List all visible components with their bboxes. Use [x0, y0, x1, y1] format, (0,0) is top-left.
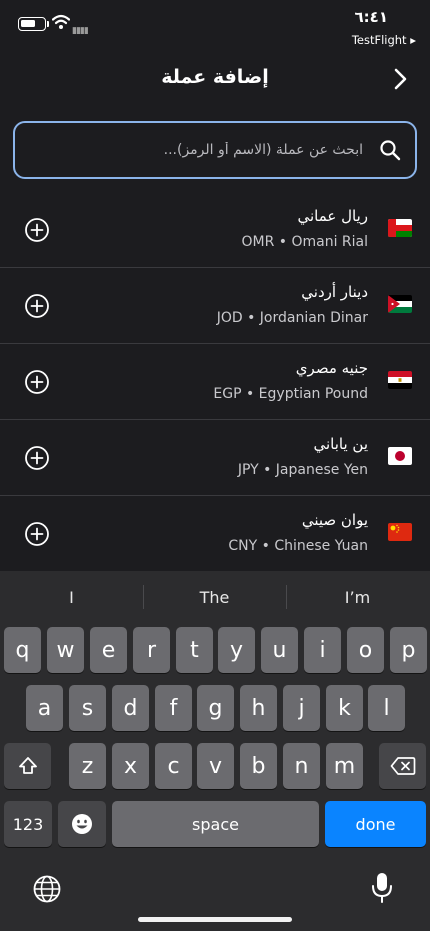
key-s[interactable]: s: [69, 685, 106, 731]
key-g[interactable]: g: [197, 685, 234, 731]
shift-icon: [18, 757, 37, 774]
key-x[interactable]: x: [112, 743, 149, 789]
key-b[interactable]: b: [240, 743, 277, 789]
key-p[interactable]: p: [390, 627, 427, 673]
status-bar: ▮▮▮▮ ٦:٤١ TestFlight ▸: [0, 0, 430, 56]
key-j[interactable]: j: [283, 685, 320, 731]
currency-row-omr[interactable]: ريال عماني OMR • Omani Rial: [0, 192, 430, 268]
suggestion-1[interactable]: I: [0, 571, 143, 623]
search-input[interactable]: [43, 137, 363, 163]
key-l[interactable]: l: [368, 685, 405, 731]
currency-list: ريال عماني OMR • Omani Rial دينار أردني …: [0, 192, 430, 572]
currency-row-egp[interactable]: جنيه مصري EGP • Egyptian Pound: [0, 344, 430, 420]
shift-key[interactable]: [4, 743, 51, 789]
jordan-flag-icon: [388, 295, 412, 313]
key-z[interactable]: z: [69, 743, 106, 789]
emoji-key[interactable]: [58, 801, 106, 847]
key-q[interactable]: q: [4, 627, 41, 673]
currency-name: ريال عماني: [297, 207, 368, 225]
currency-name: ين ياباني: [313, 435, 368, 453]
key-d[interactable]: d: [112, 685, 149, 731]
china-flag-icon: [388, 523, 412, 541]
key-f[interactable]: f: [155, 685, 192, 731]
battery-icon: [18, 17, 46, 31]
currency-code-name: JPY • Japanese Yen: [237, 462, 368, 478]
key-k[interactable]: k: [326, 685, 363, 731]
signal-icon: ▮▮▮▮: [72, 26, 89, 36]
key-n[interactable]: n: [283, 743, 320, 789]
plus-circle-icon[interactable]: [24, 445, 50, 471]
suggestion-3[interactable]: I’m: [286, 571, 429, 623]
currency-row-jod[interactable]: دينار أردني JOD • Jordanian Dinar: [0, 268, 430, 344]
search-icon: [380, 140, 401, 161]
currency-name: دينار أردني: [301, 283, 368, 301]
backspace-key[interactable]: [379, 743, 426, 789]
space-key[interactable]: space: [112, 801, 319, 847]
numbers-key[interactable]: 123: [4, 801, 52, 847]
mic-icon[interactable]: [371, 871, 393, 905]
page-title: إضافة عملة: [161, 66, 269, 88]
suggestion-2[interactable]: The: [143, 571, 286, 623]
key-c[interactable]: c: [155, 743, 192, 789]
key-a[interactable]: a: [26, 685, 63, 731]
done-key[interactable]: done: [325, 801, 426, 847]
emoji-icon: [72, 814, 92, 834]
egypt-flag-icon: [388, 371, 412, 389]
key-h[interactable]: h: [240, 685, 277, 731]
plus-circle-icon[interactable]: [24, 293, 50, 319]
currency-name: يوان صيني: [301, 511, 368, 529]
key-r[interactable]: r: [133, 627, 170, 673]
oman-flag-icon: [388, 219, 412, 237]
currency-code-name: JOD • Jordanian Dinar: [216, 310, 368, 326]
keyboard: I The I’m q w e r t y u i o p a s d f g …: [0, 571, 430, 931]
currency-code-name: CNY • Chinese Yuan: [228, 538, 368, 554]
key-m[interactable]: m: [326, 743, 363, 789]
key-i[interactable]: i: [304, 627, 341, 673]
chevron-icon[interactable]: [386, 64, 416, 94]
plus-circle-icon[interactable]: [24, 217, 50, 243]
currency-row-cny[interactable]: يوان صيني CNY • Chinese Yuan: [0, 496, 430, 572]
currency-row-jpy[interactable]: ين ياباني JPY • Japanese Yen: [0, 420, 430, 496]
key-e[interactable]: e: [90, 627, 127, 673]
currency-name: جنيه مصري: [295, 359, 368, 377]
key-v[interactable]: v: [197, 743, 234, 789]
key-t[interactable]: t: [176, 627, 213, 673]
globe-icon[interactable]: [32, 874, 62, 904]
nav-header: إضافة عملة: [0, 56, 430, 104]
suggestion-bar: I The I’m: [0, 571, 430, 623]
plus-circle-icon[interactable]: [24, 369, 50, 395]
back-to-app-link[interactable]: TestFlight ▸: [352, 33, 416, 47]
currency-code-name: OMR • Omani Rial: [241, 234, 368, 250]
key-u[interactable]: u: [261, 627, 298, 673]
japan-flag-icon: [388, 447, 412, 465]
currency-code-name: EGP • Egyptian Pound: [213, 386, 368, 402]
backspace-icon: [390, 757, 415, 775]
key-o[interactable]: o: [347, 627, 384, 673]
key-w[interactable]: w: [47, 627, 84, 673]
plus-circle-icon[interactable]: [24, 521, 50, 547]
search-field[interactable]: [13, 121, 417, 179]
wifi-icon: [52, 14, 70, 29]
battery-tip: [47, 21, 49, 27]
status-time: ٦:٤١: [354, 8, 388, 26]
home-indicator[interactable]: [138, 917, 292, 922]
key-y[interactable]: y: [218, 627, 255, 673]
